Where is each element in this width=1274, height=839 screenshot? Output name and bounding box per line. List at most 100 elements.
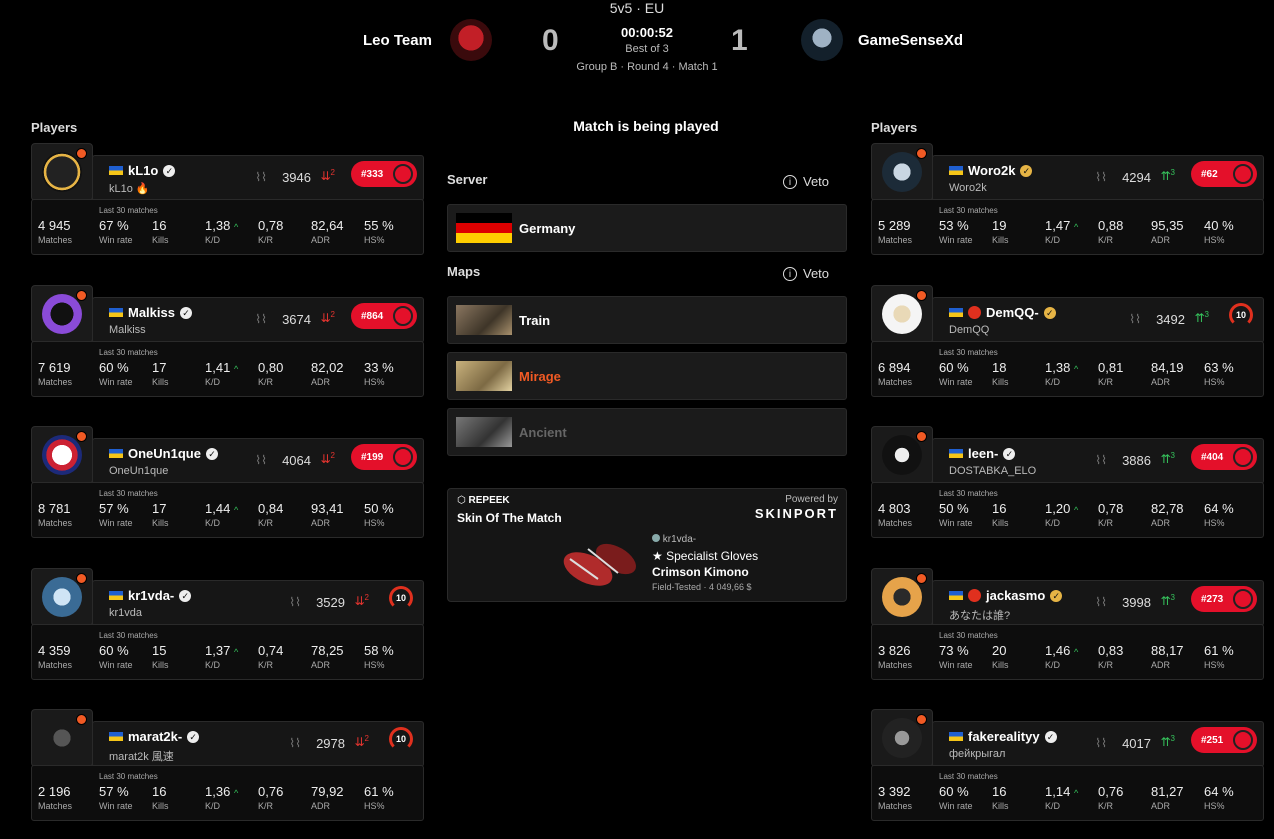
skin-of-the-match-card[interactable]: ⬡ REPEEK Skin Of The Match Powered by SK… (447, 488, 847, 602)
trend-icon: ⇈3 (1194, 310, 1209, 325)
stat-hs: 40 % (1204, 218, 1234, 233)
player-name-row[interactable]: Malkiss ✓ (109, 305, 192, 320)
stat-label: ADR (311, 518, 331, 528)
player-name-row[interactable]: leen- ✓ (949, 446, 1016, 461)
player-card[interactable]: kr1vda- ✓ kr1vda ⌇⌇ 3529 ⇊2 10 Last 30 m… (31, 568, 424, 680)
stat-label: Kills (152, 377, 169, 387)
player-name[interactable]: jackasmo (986, 588, 1045, 603)
player-nickname: OneUn1que (109, 465, 169, 477)
verified-icon: ✓ (1003, 447, 1016, 460)
stat-label: K/D (1045, 660, 1061, 670)
stat-label: ADR (311, 660, 331, 670)
last-30-label: Last 30 matches (939, 631, 998, 640)
map-item[interactable]: Mirage (447, 352, 847, 400)
team-left-logo[interactable] (450, 19, 492, 61)
player-name-row[interactable]: kr1vda- ✓ (109, 588, 192, 603)
avatar-box[interactable] (871, 143, 933, 201)
last-30-label: Last 30 matches (939, 348, 998, 357)
player-card[interactable]: jackasmo ✓ あなたは誰? ⌇⌇ 3998 ⇈3 #273 Last 3… (871, 568, 1264, 680)
ukraine-flag-icon (949, 308, 963, 317)
stat-kr: 0,74 (258, 643, 284, 658)
player-name[interactable]: OneUn1que (128, 446, 201, 461)
rank-badge: #333 (351, 161, 417, 187)
player-name-row[interactable]: Woro2k ✓ (949, 163, 1033, 178)
stat-hs: 55 % (364, 218, 394, 233)
stat-label: Matches (38, 801, 73, 811)
avatar-box[interactable] (871, 709, 933, 767)
player-elo: 4064 (282, 453, 311, 468)
skin-brand: ⬡ REPEEK (457, 495, 510, 506)
player-card[interactable]: Malkiss ✓ Malkiss ⌇⌇ 3674 ⇊2 #864 Last 3… (31, 285, 424, 397)
player-name[interactable]: fakerealityy (968, 729, 1040, 744)
player-card[interactable]: kL1o ✓ kL1o 🔥 ⌇⌇ 3946 ⇊2 #333 Last 30 ma… (31, 143, 424, 255)
player-name-row[interactable]: DemQQ- ✓ (949, 305, 1056, 320)
player-card[interactable]: OneUn1que ✓ OneUn1que ⌇⌇ 4064 ⇊2 #199 La… (31, 426, 424, 538)
avatar-box[interactable] (871, 426, 933, 484)
team-left-name[interactable]: Leo Team (363, 32, 432, 49)
avatar-box[interactable] (871, 285, 933, 343)
info-icon: i (783, 266, 797, 281)
skin-owner[interactable]: kr1vda- (652, 534, 696, 545)
map-item[interactable]: Train (447, 296, 847, 344)
score-left: 0 (542, 24, 559, 57)
verified-icon: ✓ (1050, 589, 1063, 602)
avatar-box[interactable] (31, 568, 93, 626)
stat-label: K/R (258, 660, 274, 670)
player-card[interactable]: fakerealityy ✓ фейкрыгал ⌇⌇ 4017 ⇈3 #251… (871, 709, 1264, 821)
player-card[interactable]: Woro2k ✓ Woro2k ⌇⌇ 4294 ⇈3 #62 Last 30 m… (871, 143, 1264, 255)
trend-icon: ⇈3 (1160, 593, 1175, 608)
team-right-logo[interactable] (801, 19, 843, 61)
stat-kd: 1,20 (1045, 501, 1071, 516)
player-card[interactable]: DemQQ- ✓ DemQQ ⌇⌇ 3492 ⇈3 10 Last 30 mat… (871, 285, 1264, 397)
owner-avatar (652, 534, 660, 542)
stat-label: HS% (1204, 518, 1225, 528)
maps-veto-button[interactable]: i Veto (783, 266, 829, 281)
player-name[interactable]: Malkiss (128, 305, 175, 320)
stat-label: HS% (364, 801, 385, 811)
elo-trend-icon: ⌇⌇ (255, 453, 267, 467)
stat-kills: 20 (992, 643, 1007, 658)
stat-label: HS% (364, 518, 385, 528)
avatar-box[interactable] (31, 426, 93, 484)
skin-item-line1: ★ Specialist Gloves (652, 549, 759, 563)
player-nickname: фейкрыгал (949, 748, 1006, 760)
player-nickname: あなたは誰? (949, 610, 1011, 622)
map-name: Ancient (519, 425, 567, 440)
avatar-box[interactable] (31, 709, 93, 767)
stat-label: K/R (1098, 235, 1114, 245)
player-name[interactable]: Woro2k (968, 163, 1015, 178)
server-veto-button[interactable]: i Veto (783, 174, 829, 189)
faceit-badge-icon (968, 589, 981, 602)
stat-kr: 0,84 (258, 501, 284, 516)
player-name[interactable]: leen- (968, 446, 998, 461)
team-right-name[interactable]: GameSenseXd (858, 32, 963, 49)
skinport-logo[interactable]: SKINPORT (755, 506, 838, 521)
stat-kd: 1,38 (205, 218, 231, 233)
map-item[interactable]: Ancient (447, 408, 847, 456)
player-name[interactable]: kr1vda- (128, 588, 174, 603)
player-name-row[interactable]: marat2k- ✓ (109, 729, 200, 744)
player-name-row[interactable]: OneUn1que ✓ (109, 446, 218, 461)
player-name-row[interactable]: fakerealityy ✓ (949, 729, 1057, 744)
player-name[interactable]: kL1o (128, 163, 158, 178)
stat-winrate: 50 % (939, 501, 969, 516)
stat-label: Kills (152, 518, 169, 528)
player-card[interactable]: marat2k- ✓ marat2k 風速 ⌇⌇ 2978 ⇊2 10 Last… (31, 709, 424, 821)
elo-trend-icon: ⌇⌇ (1095, 453, 1107, 467)
stat-kills: 17 (152, 501, 167, 516)
player-name[interactable]: marat2k- (128, 729, 182, 744)
player-name-row[interactable]: kL1o ✓ (109, 163, 176, 178)
stat-kd: 1,37 (205, 643, 231, 658)
stat-kd: 1,14 (1045, 784, 1071, 799)
stat-label: K/D (205, 660, 221, 670)
avatar (42, 152, 82, 192)
stat-winrate: 60 % (939, 360, 969, 375)
player-name-row[interactable]: jackasmo ✓ (949, 588, 1063, 603)
avatar-box[interactable] (871, 568, 933, 626)
avatar-box[interactable] (31, 285, 93, 343)
stat-kills: 18 (992, 360, 1007, 375)
player-card[interactable]: leen- ✓ DOSTABKA_ELO ⌇⌇ 3886 ⇈3 #404 Las… (871, 426, 1264, 538)
avatar-box[interactable] (31, 143, 93, 201)
stat-label: ADR (311, 801, 331, 811)
player-name[interactable]: DemQQ- (986, 305, 1039, 320)
